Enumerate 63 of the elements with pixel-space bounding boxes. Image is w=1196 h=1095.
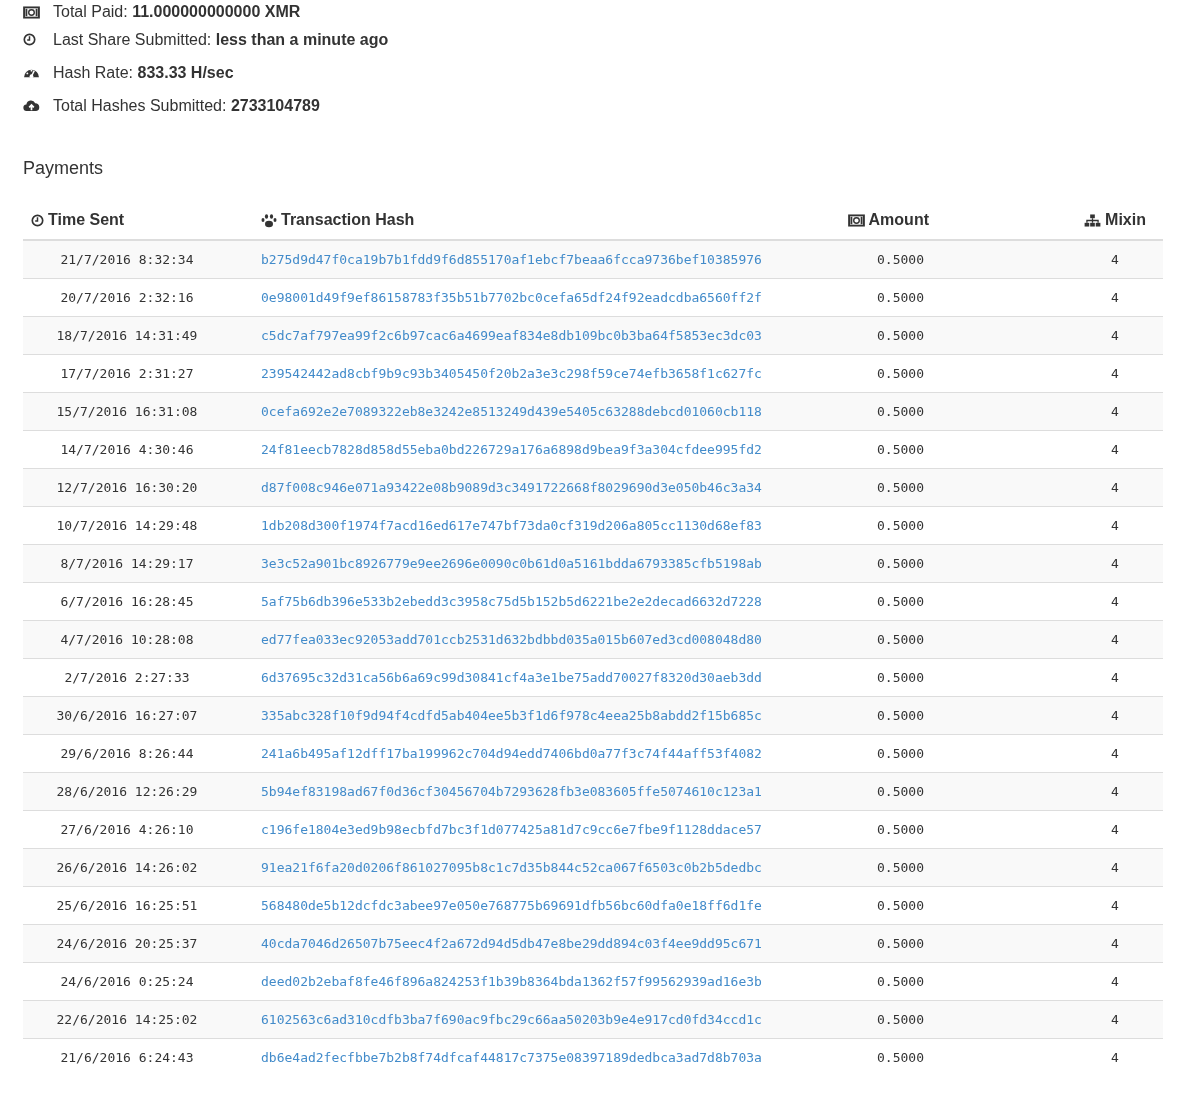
transaction-hash-link[interactable]: 0e98001d49f9ef86158783f35b51b7702bc0cefa65df24f92eadcdba6560ff2f (261, 289, 762, 305)
amount-cell: 0.5000 (818, 1000, 1067, 1038)
time-cell: 15/7/2016 16:31:08 (23, 392, 253, 430)
stat-text: Hash Rate: 833.33 H/sec (53, 63, 234, 82)
money-icon (847, 213, 865, 227)
time-cell: 30/6/2016 16:27:07 (23, 696, 253, 734)
time-cell: 26/6/2016 14:26:02 (23, 848, 253, 886)
time-cell: 22/6/2016 14:25:02 (23, 1000, 253, 1038)
amount-cell: 0.5000 (818, 240, 1067, 278)
mixin-cell: 4 (1067, 620, 1163, 658)
mixin-cell: 4 (1067, 1038, 1163, 1076)
transaction-hash-link[interactable]: 241a6b495af12dff17ba199962c704d94edd7406bd0a77f3c74f44aff53f4082 (261, 745, 762, 761)
transaction-hash-link[interactable]: 568480de5b12dcfdc3abee97e050e768775b69691dfb56bc60dfa0e18ff6d1fe (261, 897, 762, 913)
amount-cell: 0.5000 (818, 696, 1067, 734)
mixin-cell: 4 (1067, 316, 1163, 354)
stat-text: Last Share Submitted: less than a minute ago (53, 30, 389, 49)
stat-text: Total Paid: 11.000000000000 XMR (53, 3, 301, 21)
transaction-hash-link[interactable]: deed02b2ebaf8fe46f896a824253f1b39b8364bda1362f57f99562939ad16e3b (261, 973, 762, 989)
mixin-cell: 4 (1067, 924, 1163, 962)
amount-cell: 0.5000 (818, 316, 1067, 354)
mixin-cell: 4 (1067, 696, 1163, 734)
mixin-cell: 4 (1067, 848, 1163, 886)
amount-cell: 0.5000 (818, 1038, 1067, 1076)
time-cell: 12/7/2016 16:30:20 (23, 468, 253, 506)
time-cell: 4/7/2016 10:28:08 (23, 620, 253, 658)
cloud-upload-icon (23, 99, 40, 112)
time-cell: 8/7/2016 14:29:17 (23, 544, 253, 582)
amount-cell: 0.5000 (818, 468, 1067, 506)
time-cell: 21/6/2016 6:24:43 (23, 1038, 253, 1076)
time-cell: 24/6/2016 20:25:37 (23, 924, 253, 962)
transaction-hash-link[interactable]: c196fe1804e3ed9b98ecbfd7bc3f1d077425a81d7c9cc6e7fbe9f1128ddace57 (261, 821, 762, 837)
amount-cell: 0.5000 (818, 848, 1067, 886)
amount-cell: 0.5000 (818, 620, 1067, 658)
column-header: Time Sent (31, 211, 125, 229)
amount-cell: 0.5000 (818, 924, 1067, 962)
mixin-cell: 4 (1067, 240, 1163, 278)
paw-icon (261, 212, 277, 228)
money-icon (23, 5, 40, 19)
stat-text: Total Hashes Submitted: 2733104789 (53, 96, 320, 115)
transaction-hash-link[interactable]: 239542442ad8cbf9b9c93b3405450f20b2a3e3c298f59ce74efb3658f1c627fc (261, 365, 762, 381)
transaction-hash-link[interactable]: 24f81eecb7828d858d55eba0bd226729a176a6898d9bea9f3a304cfdee995fd2 (261, 441, 762, 457)
section-title: Payments (23, 158, 105, 179)
column-header: Amount (847, 211, 929, 229)
mixin-cell: 4 (1067, 544, 1163, 582)
time-cell: 21/7/2016 8:32:34 (23, 240, 253, 278)
clock-icon (23, 33, 36, 46)
transaction-hash-link[interactable]: 1db208d300f1974f7acd16ed617e747bf73da0cf319d206a805cc1130d68ef83 (261, 517, 762, 533)
amount-cell: 0.5000 (818, 544, 1067, 582)
transaction-hash-link[interactable]: 6d37695c32d31ca56b6a69c99d30841cf4a3e1be75add70027f8320d30aeb3dd (261, 669, 762, 685)
amount-cell: 0.5000 (818, 772, 1067, 810)
column-header: Transaction Hash (261, 211, 415, 229)
mixin-cell: 4 (1067, 1000, 1163, 1038)
transaction-hash-link[interactable]: 5af75b6db396e533b2ebedd3c3958c75d5b152b5d6221be2e2decad6632d7228 (261, 593, 762, 609)
hierarchy-icon (1084, 213, 1102, 227)
amount-cell: 0.5000 (818, 392, 1067, 430)
mixin-cell: 4 (1067, 468, 1163, 506)
time-cell: 28/6/2016 12:26:29 (23, 772, 253, 810)
column-header: Mixin (1084, 211, 1146, 229)
mixin-cell: 4 (1067, 392, 1163, 430)
time-cell: 18/7/2016 14:31:49 (23, 316, 253, 354)
clock-icon (31, 213, 44, 227)
transaction-hash-link[interactable]: db6e4ad2fecfbbe7b2b8f74dfcaf44817c7375e08397189dedbca3ad7d8b703a (261, 1049, 762, 1065)
mixin-cell: 4 (1067, 772, 1163, 810)
